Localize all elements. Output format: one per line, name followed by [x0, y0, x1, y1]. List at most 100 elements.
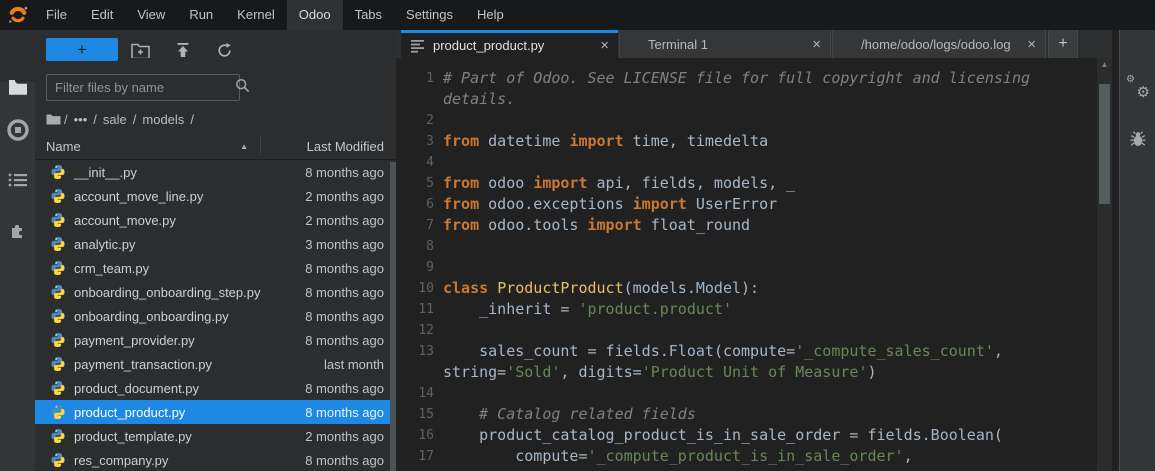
tab-label: /home/odoo/logs/odoo.log — [861, 37, 1011, 52]
close-icon[interactable]: × — [803, 36, 830, 53]
code-segment: _inherit = — [443, 300, 578, 318]
file-modified: 2 months ago — [305, 189, 396, 204]
code-segment: import — [633, 195, 687, 213]
code-segment: details. — [443, 90, 515, 108]
file-name: onboarding_onboarding_step.py — [74, 285, 261, 300]
panel-gap — [1112, 30, 1119, 471]
new-folder-icon[interactable] — [130, 41, 150, 59]
file-row[interactable]: onboarding_onboarding.py8 months ago — [35, 304, 396, 328]
menu-item-tabs[interactable]: Tabs — [343, 0, 394, 30]
code-segment: Float — [669, 342, 714, 360]
file-browser-folder-icon[interactable] — [0, 74, 35, 100]
code-text: compute='_compute_product_is_in_sale_ord… — [443, 446, 913, 467]
code-segment: # Part of Odoo. See LICENSE file for ful… — [443, 69, 1030, 87]
line-number: 10 — [396, 278, 434, 299]
home-folder-icon[interactable] — [46, 113, 61, 125]
breadcrumb-link[interactable]: sale — [103, 112, 127, 127]
line-number: 1 — [396, 68, 434, 89]
file-name: account_move.py — [74, 213, 176, 228]
menu-item-odoo[interactable]: Odoo — [287, 0, 343, 30]
file-list-header: Name ▲ Last Modified — [35, 133, 396, 160]
file-row[interactable]: product_product.py8 months ago — [35, 400, 396, 424]
file-row[interactable]: payment_transaction.pylast month — [35, 352, 396, 376]
code-segment: datetime — [479, 132, 569, 150]
tab-product-product-py[interactable]: product_product.py× — [401, 30, 618, 58]
file-row[interactable]: account_move.py2 months ago — [35, 208, 396, 232]
tab-terminal-1[interactable]: Terminal 1× — [619, 30, 831, 58]
code-segment: odoo.tools — [479, 216, 587, 234]
file-row[interactable]: payment_provider.py8 months ago — [35, 328, 396, 352]
code-text: details. — [443, 89, 515, 110]
filter-files-input[interactable] — [47, 80, 235, 95]
code-line: 7from odoo.tools import float_round — [396, 215, 1086, 236]
breadcrumb-link[interactable]: ••• — [74, 112, 88, 127]
code-segment: '_compute_sales_count' — [795, 342, 994, 360]
code-segment: ( — [994, 426, 1003, 444]
line-number: 9 — [396, 257, 434, 278]
menu-item-run[interactable]: Run — [177, 0, 225, 30]
file-row[interactable]: crm_team.py8 months ago — [35, 256, 396, 280]
scroll-up-arrow-icon[interactable]: ▲ — [1097, 60, 1112, 69]
code-line: details. — [396, 89, 1086, 110]
menu-item-view[interactable]: View — [125, 0, 177, 30]
menu-item-file[interactable]: File — [34, 0, 79, 30]
code-segment: from — [443, 174, 479, 192]
breadcrumb-link[interactable]: models — [142, 112, 184, 127]
code-segment: import — [533, 174, 587, 192]
column-last-modified[interactable]: Last Modified — [261, 139, 396, 154]
python-file-icon — [50, 404, 66, 420]
editor-scrollbar[interactable]: ▲ — [1097, 58, 1112, 471]
file-name: payment_provider.py — [74, 333, 195, 348]
table-of-contents-icon[interactable] — [0, 167, 35, 193]
code-segment: Boolean — [931, 426, 994, 444]
python-file-icon — [50, 212, 66, 228]
code-line: 6from odoo.exceptions import UserError — [396, 194, 1086, 215]
file-row[interactable]: analytic.py3 months ago — [35, 232, 396, 256]
code-segment: compute= — [443, 447, 588, 465]
line-number — [396, 89, 434, 110]
jupyterlab-window: FileEditViewRunKernelOdooTabsSettingsHel… — [0, 0, 1155, 471]
line-number: 11 — [396, 299, 434, 320]
code-editor[interactable]: 1 # Part of Odoo. See LICENSE file for fu… — [396, 58, 1112, 471]
code-segment: Model — [696, 279, 741, 297]
line-number: 3 — [396, 131, 434, 152]
column-name[interactable]: Name ▲ — [35, 139, 260, 154]
menu-item-help[interactable]: Help — [465, 0, 516, 30]
upload-icon[interactable] — [173, 41, 193, 59]
editor-scrollbar-thumb[interactable] — [1099, 84, 1110, 204]
code-segment: from — [443, 195, 479, 213]
line-number — [396, 362, 434, 383]
code-segment: from — [443, 216, 479, 234]
file-row[interactable]: account_move_line.py2 months ago — [35, 184, 396, 208]
code-text: product_catalog_product_is_in_sale_order… — [443, 425, 1003, 446]
file-row[interactable]: res_company.py8 months ago — [35, 448, 396, 471]
code-segment: string= — [443, 363, 506, 381]
code-segment: 'Sold' — [506, 363, 560, 381]
code-line: 14 — [396, 383, 1086, 404]
code-segment: ProductProduct — [497, 279, 623, 297]
code-line: 13 sales_count = fields.Float(compute='_… — [396, 341, 1086, 362]
code-line: 1 # Part of Odoo. See LICENSE file for fu… — [396, 68, 1086, 89]
property-inspector-gears-icon[interactable]: ⚙⚙ — [1120, 75, 1155, 101]
file-modified: 8 months ago — [305, 453, 396, 468]
filter-files-box — [46, 74, 240, 101]
refresh-icon[interactable] — [214, 41, 234, 59]
tab--home-odoo-logs-odoo-log[interactable]: /home/odoo/logs/odoo.log × — [832, 30, 1046, 58]
column-name-label: Name — [46, 139, 81, 154]
close-icon[interactable]: × — [591, 37, 618, 54]
extension-manager-puzzle-icon[interactable] — [0, 217, 35, 243]
new-launcher-button[interactable]: + — [46, 38, 118, 61]
code-segment: import — [569, 132, 623, 150]
debugger-bug-icon[interactable] — [1120, 126, 1155, 152]
file-row[interactable]: __init__.py8 months ago — [35, 160, 396, 184]
menu-item-kernel[interactable]: Kernel — [225, 0, 287, 30]
menu-item-edit[interactable]: Edit — [79, 0, 125, 30]
menu-item-settings[interactable]: Settings — [394, 0, 465, 30]
file-row[interactable]: onboarding_onboarding_step.py8 months ag… — [35, 280, 396, 304]
new-tab-button[interactable]: + — [1048, 30, 1078, 58]
line-number: 17 — [396, 446, 434, 467]
running-kernels-icon[interactable] — [0, 117, 35, 143]
file-row[interactable]: product_template.py2 months ago — [35, 424, 396, 448]
close-icon[interactable]: × — [1018, 36, 1045, 53]
file-row[interactable]: product_document.py8 months ago — [35, 376, 396, 400]
